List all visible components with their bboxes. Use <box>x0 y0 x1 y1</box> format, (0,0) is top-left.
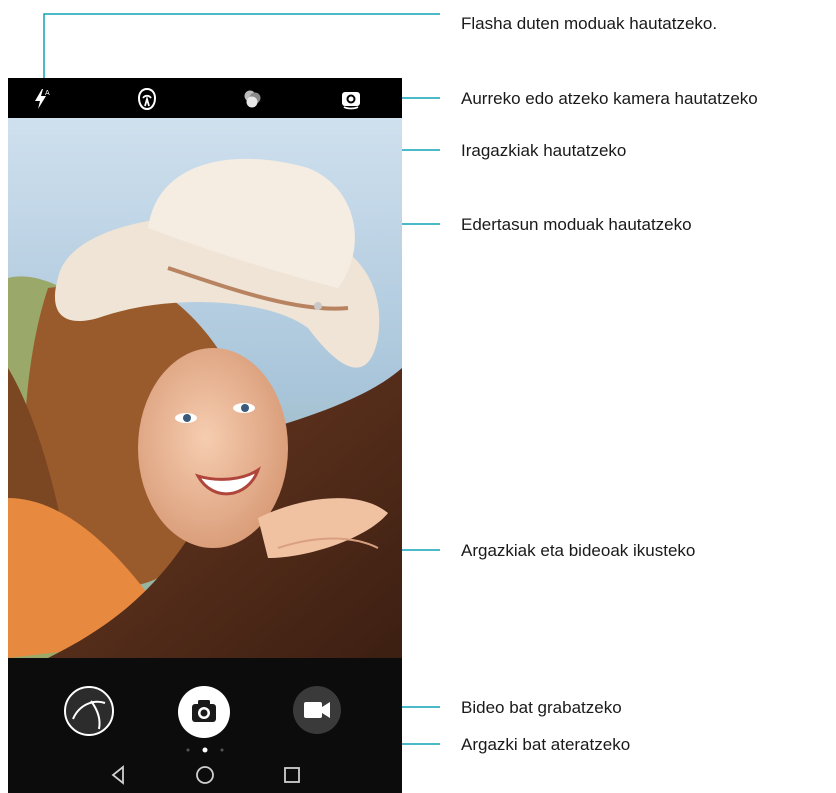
camera-viewfinder[interactable] <box>8 118 402 658</box>
callout-shutter: Argazki bat ateratzeko <box>461 735 631 754</box>
video-record-button[interactable] <box>292 685 342 735</box>
callout-gallery: Argazkiak eta bideoak ikusteko <box>461 541 696 560</box>
filters-icon[interactable] <box>239 86 265 112</box>
home-icon[interactable] <box>194 764 216 786</box>
camera-screen: A <box>8 78 402 793</box>
callout-beauty: Edertasun moduak hautatzeko <box>461 215 692 234</box>
recents-icon[interactable] <box>281 764 303 786</box>
gallery-thumbnail[interactable] <box>63 685 115 737</box>
svg-text:A: A <box>45 90 50 97</box>
mode-indicator-dots <box>186 747 224 753</box>
beauty-mode-icon[interactable] <box>134 86 160 112</box>
camera-bottom-bar <box>8 658 402 793</box>
callout-camera-switch: Aurreko edo atzeko kamera hautatzeko <box>461 89 758 108</box>
switch-camera-icon[interactable] <box>338 86 364 112</box>
flash-callout-line <box>43 13 440 84</box>
callout-video: Bideo bat grabatzeko <box>461 698 622 717</box>
back-icon[interactable] <box>108 764 130 786</box>
flash-icon[interactable]: A <box>28 86 54 112</box>
camera-top-bar: A <box>8 78 402 118</box>
shutter-button[interactable] <box>177 685 231 739</box>
viewfinder-photo <box>8 118 402 658</box>
callout-flash: Flasha duten moduak hautatzeko. <box>461 14 718 33</box>
callout-filters: Iragazkiak hautatzeko <box>461 141 627 160</box>
